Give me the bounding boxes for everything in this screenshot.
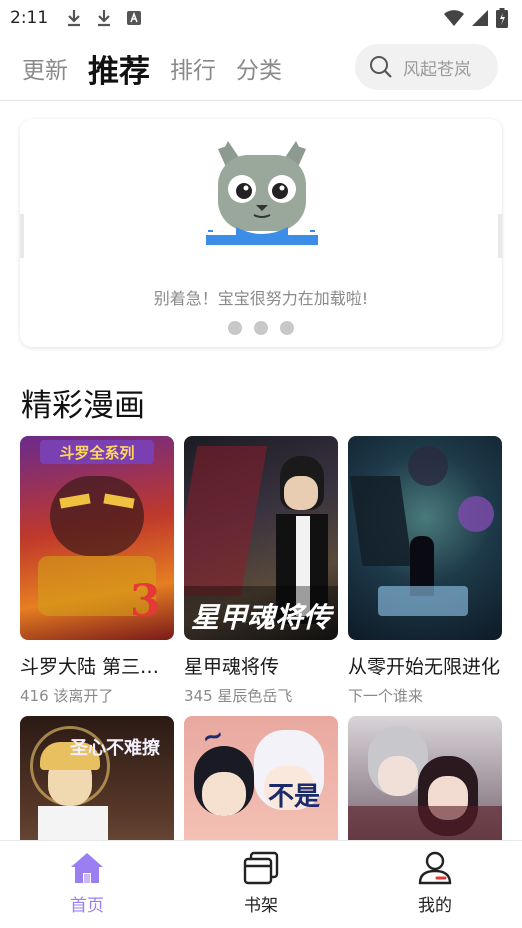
- nav-bookshelf[interactable]: 书架: [174, 841, 348, 928]
- comic-card[interactable]: 星甲魂将传 星甲魂将传 345 星辰色岳飞: [184, 436, 338, 706]
- loading-cat-illustration: [206, 141, 318, 245]
- cover-title-text: 不是: [267, 782, 320, 812]
- nav-profile[interactable]: 我的: [348, 841, 522, 928]
- comic-cover[interactable]: [348, 436, 502, 640]
- battery-icon: [496, 8, 508, 28]
- nav-home[interactable]: 首页: [0, 841, 174, 928]
- comic-subtitle: 416 该离开了: [20, 687, 114, 705]
- comic-cover[interactable]: 星甲魂将传: [184, 436, 338, 640]
- search-placeholder: 风起苍岚: [403, 59, 471, 80]
- bottom-nav: 首页 书架 我的: [0, 840, 522, 928]
- nav-label: 首页: [70, 896, 104, 916]
- carousel-dot[interactable]: [254, 321, 268, 335]
- nav-label: 书架: [244, 896, 278, 916]
- status-time: 2:11: [10, 8, 49, 28]
- banner-next-edge: [498, 214, 502, 258]
- top-nav: 更新 推荐 排行 分类 风起苍岚: [0, 36, 522, 100]
- download-icon: [68, 10, 81, 27]
- carousel-dot[interactable]: [228, 321, 242, 335]
- comic-card[interactable]: 斗罗全系列 3 斗罗大陆 第三部 龙王传说 416 该离开了: [20, 436, 174, 706]
- cell-signal-icon: [472, 10, 488, 26]
- carousel-dot[interactable]: [280, 321, 294, 335]
- app-notification-icon: [127, 11, 142, 25]
- tab-ranking[interactable]: 排行: [170, 51, 216, 85]
- tab-update[interactable]: 更新: [22, 51, 68, 85]
- comic-title: 斗罗大陆 第三部 龙王传说: [20, 656, 174, 678]
- comic-subtitle: 345 星辰色岳飞: [184, 687, 293, 705]
- tab-category[interactable]: 分类: [236, 51, 282, 85]
- comic-subtitle: 下一个谁来: [348, 687, 424, 705]
- comic-card[interactable]: 从零开始无限进化 下一个谁来: [348, 436, 502, 706]
- banner-carousel[interactable]: 别着急！宝宝很努力在加载啦!: [20, 119, 502, 347]
- comic-title: 从零开始无限进化: [348, 656, 501, 678]
- cover-title-text: 星甲魂将传: [190, 601, 331, 634]
- cover-title-text: 斗罗全系列: [59, 444, 135, 462]
- tab-recommend[interactable]: 推荐: [88, 46, 150, 91]
- profile-icon: [418, 851, 452, 885]
- comic-title: 星甲魂将传: [184, 656, 280, 678]
- banner-prev-edge: [20, 214, 24, 258]
- wifi-icon: [444, 10, 464, 26]
- nav-label: 我的: [418, 896, 452, 916]
- section-title: 精彩漫画: [21, 388, 145, 424]
- loading-message: 别着急！宝宝很努力在加载啦!: [153, 289, 369, 308]
- cover-title-text: 圣心不难撩: [70, 738, 160, 759]
- carousel-dots: [20, 321, 502, 335]
- bookshelf-icon: [243, 851, 279, 885]
- search-icon: [370, 56, 392, 78]
- comic-cover[interactable]: 斗罗全系列 3: [20, 436, 174, 640]
- header-divider: [0, 100, 522, 101]
- home-icon: [71, 853, 103, 883]
- status-bar: 2:11: [0, 0, 522, 36]
- download-icon: [98, 10, 111, 27]
- search-bar[interactable]: 风起苍岚: [355, 44, 498, 90]
